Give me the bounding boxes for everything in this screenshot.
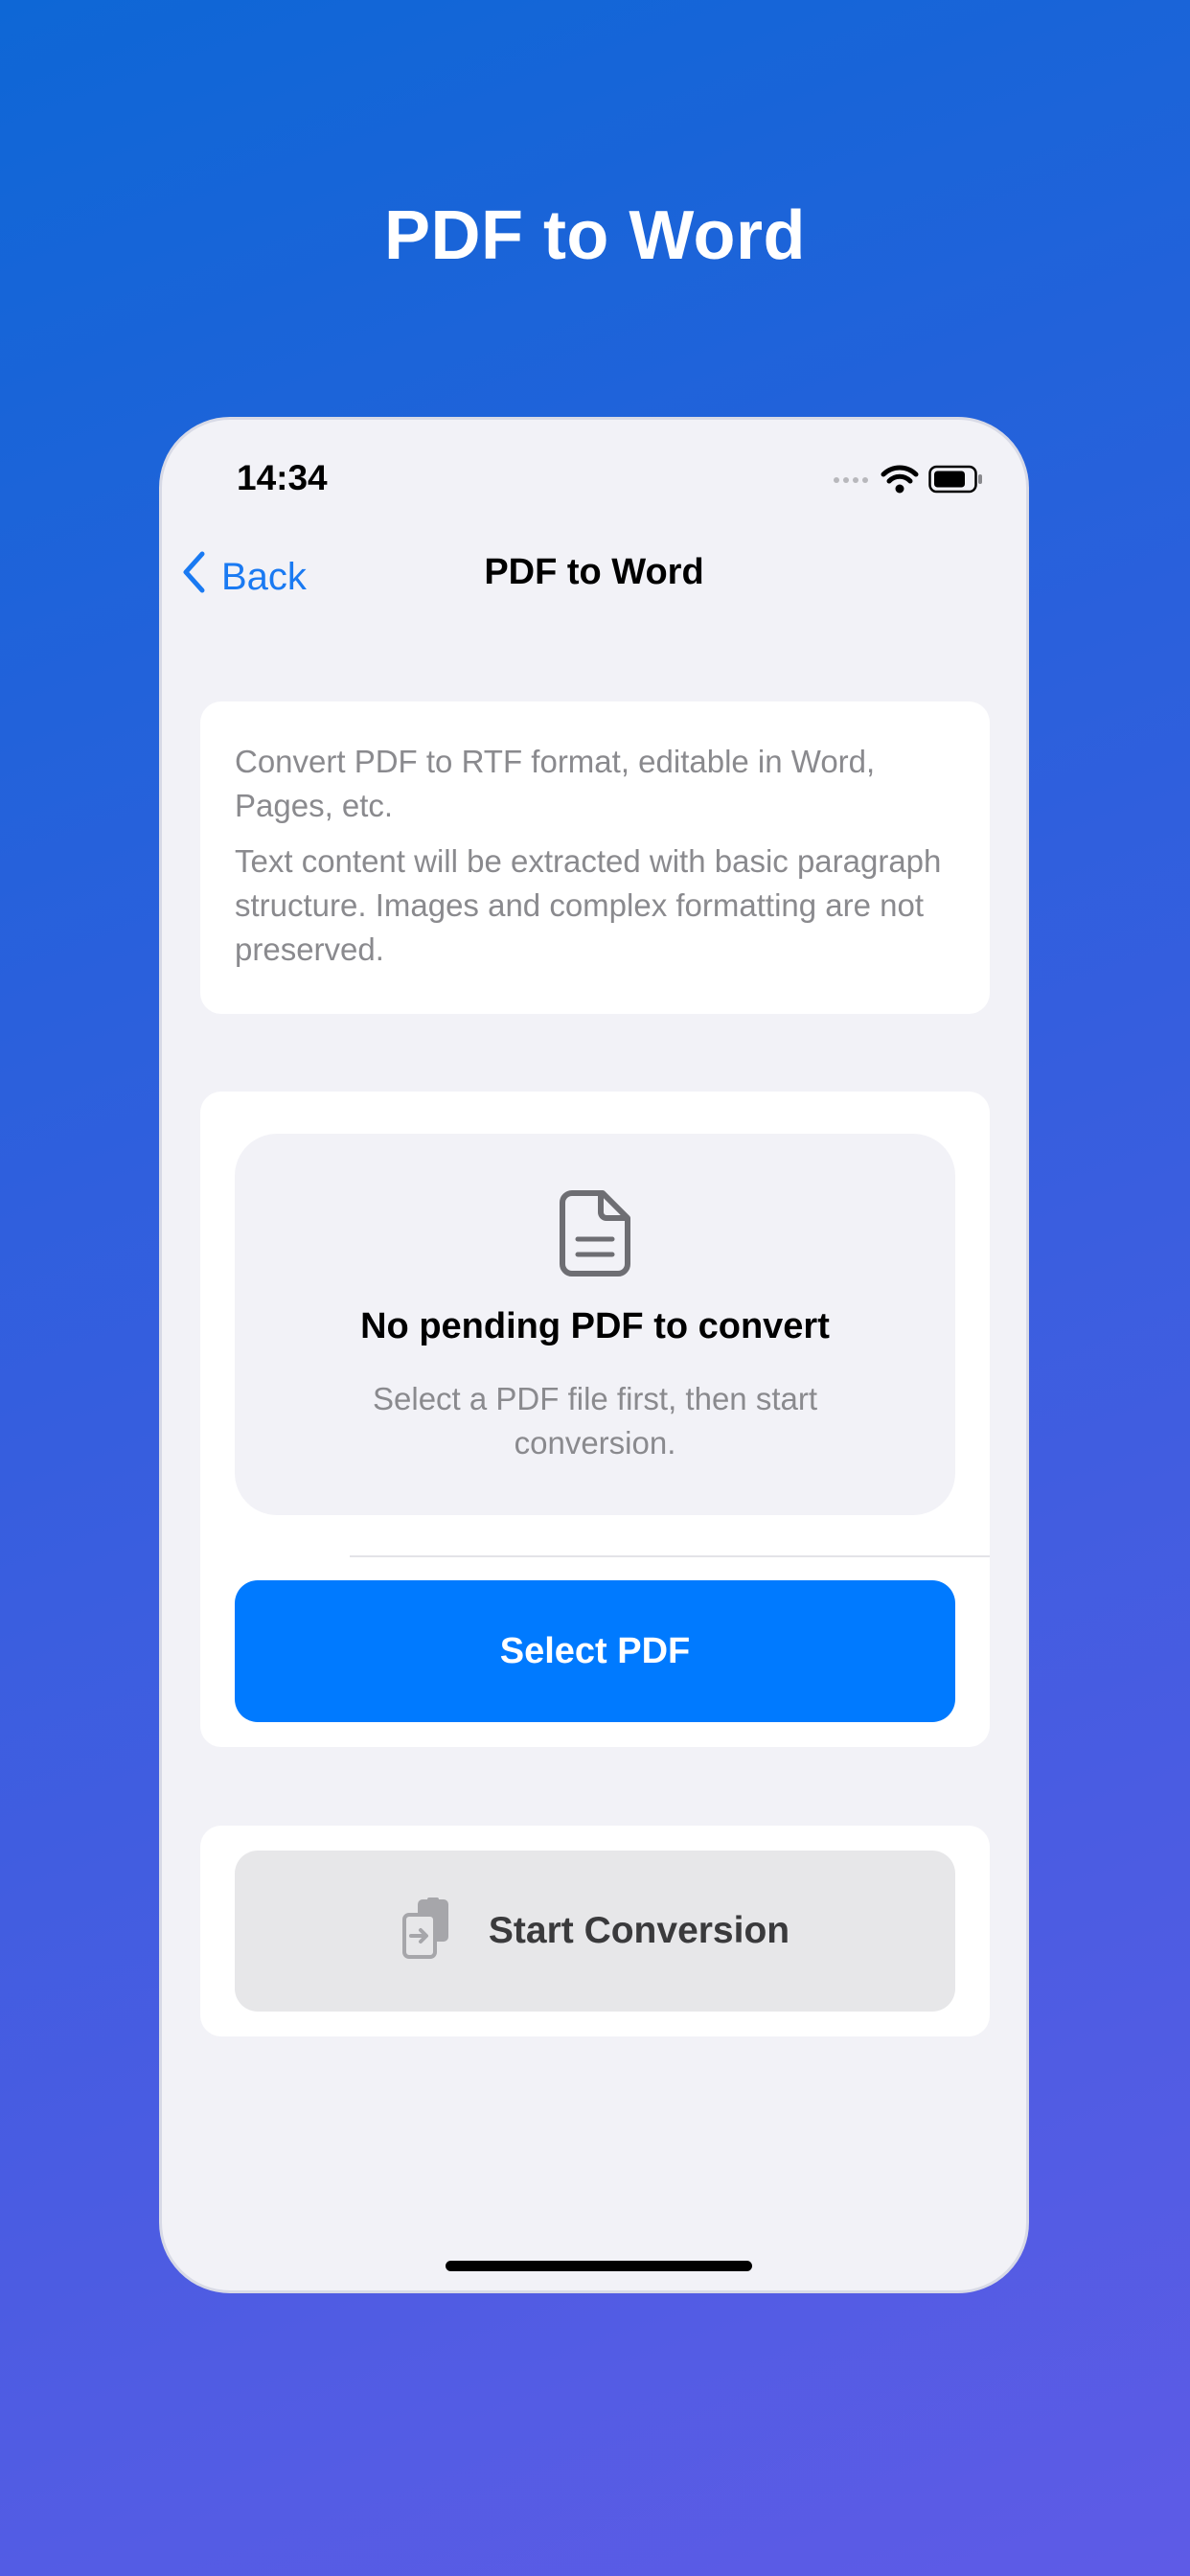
select-pdf-card: No pending PDF to convert Select a PDF f… bbox=[200, 1092, 990, 1747]
start-conversion-label: Start Conversion bbox=[488, 1910, 790, 1951]
convert-document-icon bbox=[400, 1897, 452, 1966]
nav-title: PDF to Word bbox=[484, 552, 704, 592]
conversion-card: Start Conversion bbox=[200, 1826, 990, 2036]
device-screen: 14:34 Back PDF to Word Convert PDF to RT… bbox=[159, 417, 1029, 2293]
select-pdf-button[interactable]: Select PDF bbox=[235, 1580, 955, 1722]
home-indicator[interactable] bbox=[446, 2261, 752, 2271]
description-line-details: Text content will be extracted with basi… bbox=[235, 843, 942, 967]
empty-state: No pending PDF to convert Select a PDF f… bbox=[235, 1134, 955, 1515]
status-time: 14:34 bbox=[237, 458, 328, 497]
document-icon bbox=[559, 1189, 631, 1282]
marketing-title: PDF to Word bbox=[383, 197, 807, 274]
empty-state-subtitle: Select a PDF file first, then start conv… bbox=[373, 1381, 817, 1460]
start-conversion-button[interactable]: Start Conversion bbox=[235, 1851, 955, 2012]
battery-icon bbox=[928, 465, 984, 498]
description-line-format: Convert PDF to RTF format, editable in W… bbox=[235, 744, 876, 823]
cellular-signal-icon bbox=[833, 472, 871, 490]
empty-state-title: No pending PDF to convert bbox=[360, 1306, 830, 1346]
status-icons bbox=[833, 462, 984, 500]
description-card: Convert PDF to RTF format, editable in W… bbox=[200, 702, 990, 1014]
divider bbox=[350, 1555, 990, 1557]
wifi-icon bbox=[881, 464, 919, 499]
